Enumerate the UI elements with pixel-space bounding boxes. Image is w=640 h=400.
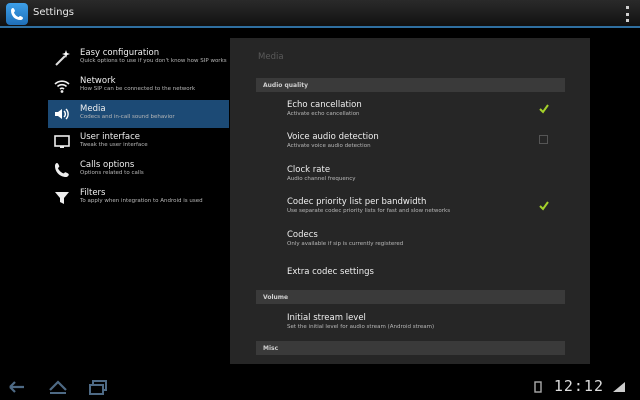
pref-title: Clock rate [287, 165, 331, 175]
checkbox-checked[interactable] [539, 104, 549, 114]
header-summary: To apply when integration to Android is … [80, 198, 203, 204]
home-icon[interactable] [48, 378, 68, 396]
checkbox-checked[interactable] [539, 201, 549, 211]
header-summary: How SIP can be connected to the network [80, 86, 196, 92]
filter-icon [53, 189, 71, 207]
pref-summary: Set the initial level for audio stream (… [287, 324, 435, 330]
category-volume: Volume [256, 290, 565, 304]
monitor-icon [53, 133, 71, 151]
pref-title: Codec priority list per bandwidth [287, 197, 427, 207]
recent-apps-icon[interactable] [88, 378, 108, 396]
pref-initial-stream-level[interactable]: Initial stream level Set the initial lev… [287, 313, 557, 341]
header-summary: Quick options to use if you don't know h… [80, 58, 227, 64]
overflow-menu-icon[interactable] [624, 6, 630, 22]
pref-clock-rate[interactable]: Clock rate Audio channel frequency [287, 165, 557, 193]
pref-title: Echo cancellation [287, 100, 362, 110]
pref-title: Initial stream level [287, 313, 366, 323]
header-user-interface[interactable]: User interface Tweak the user interface [48, 128, 229, 156]
checkbox-unchecked[interactable] [539, 135, 548, 144]
category-audio-quality: Audio quality [256, 78, 565, 92]
category-misc: Misc [256, 341, 565, 355]
header-calls-options[interactable]: Calls options Options related to calls [48, 156, 229, 184]
pref-echo-cancellation[interactable]: Echo cancellation Activate echo cancella… [287, 100, 557, 128]
pref-title: Voice audio detection [287, 132, 379, 142]
system-bar: 12:12 [0, 374, 640, 400]
action-bar: Settings [0, 0, 640, 28]
settings-headers-list: Easy configuration Quick options to use … [48, 44, 229, 212]
header-network[interactable]: Network How SIP can be connected to the … [48, 72, 229, 100]
clock: 12:12 [553, 377, 604, 395]
phone-icon [11, 8, 23, 20]
header-title: Easy configuration [80, 48, 160, 58]
header-easy-configuration[interactable]: Easy configuration Quick options to use … [48, 44, 229, 72]
header-summary: Codecs and in-call sound behavior [80, 114, 175, 120]
pref-summary: Audio channel frequency [287, 176, 356, 182]
notification-icon[interactable] [534, 381, 542, 393]
back-icon[interactable] [8, 378, 28, 396]
csipsimple-app-icon[interactable] [6, 3, 28, 25]
header-filters[interactable]: Filters To apply when integration to And… [48, 184, 229, 212]
header-title: User interface [80, 132, 140, 142]
speaker-icon [53, 105, 71, 123]
header-title: Filters [80, 188, 106, 198]
signal-icon [613, 382, 625, 392]
media-preferences-panel: Media Audio quality Echo cancellation Ac… [230, 38, 590, 364]
header-title: Media [80, 104, 106, 114]
pref-summary: Activate echo cancellation [287, 111, 360, 117]
pref-summary: Use separate codec priority lists for fa… [287, 208, 451, 214]
header-summary: Options related to calls [80, 170, 144, 176]
phone-icon [53, 161, 71, 179]
header-title: Network [80, 76, 116, 86]
page-title: Settings [33, 7, 75, 18]
pref-codecs[interactable]: Codecs Only available if sip is currentl… [287, 230, 557, 258]
header-media[interactable]: Media Codecs and in-call sound behavior [48, 100, 229, 128]
wifi-icon [53, 77, 71, 95]
pref-summary: Only available if sip is currently regis… [287, 241, 404, 247]
magic-wand-icon [53, 49, 71, 67]
panel-title: Media [258, 52, 284, 62]
pref-title: Codecs [287, 230, 318, 240]
pref-summary: Activate voice audio detection [287, 143, 371, 149]
header-summary: Tweak the user interface [80, 142, 148, 148]
pref-codec-priority-per-bandwidth[interactable]: Codec priority list per bandwidth Use se… [287, 197, 557, 225]
pref-title: Extra codec settings [287, 267, 374, 277]
pref-voice-audio-detection[interactable]: Voice audio detection Activate voice aud… [287, 132, 557, 160]
header-title: Calls options [80, 160, 135, 170]
